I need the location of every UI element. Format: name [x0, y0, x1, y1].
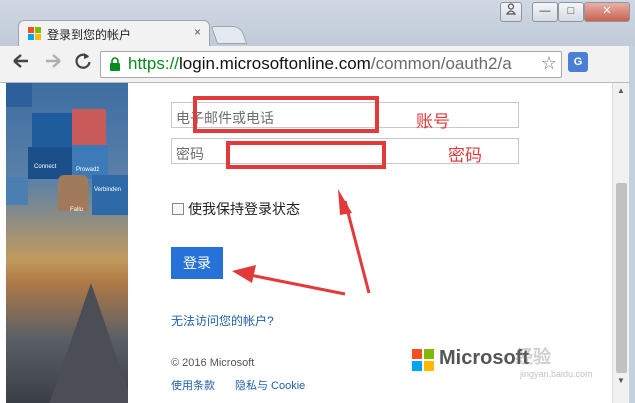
scroll-thumb[interactable] — [616, 183, 627, 373]
reload-icon[interactable] — [72, 52, 94, 74]
url-host: login.microsoftonline.com — [179, 54, 371, 73]
scroll-up-icon[interactable]: ▲ — [617, 86, 625, 95]
arrow-head-left — [232, 265, 256, 283]
watermark-logo: 经验 — [515, 347, 551, 367]
window-frame-edge — [629, 46, 635, 403]
translate-icon[interactable]: G — [568, 52, 588, 72]
user-icon — [505, 3, 517, 15]
microsoft-logo-icon — [28, 27, 42, 41]
lock-icon — [110, 57, 120, 71]
browser-tab-active[interactable]: 登录到您的帐户 × — [18, 20, 210, 47]
arrow-to-password — [343, 200, 371, 294]
back-icon[interactable] — [10, 52, 32, 74]
close-window-button[interactable]: ✕ — [584, 2, 630, 22]
browser-toolbar: https://login.microsoftonline.com/common… — [0, 46, 635, 116]
maximize-button[interactable]: □ — [558, 2, 584, 22]
new-tab-button[interactable] — [210, 26, 248, 44]
tab-title: 登录到您的帐户 — [47, 28, 132, 42]
minimize-button[interactable]: — — [532, 2, 558, 22]
arrow-head-up — [338, 189, 352, 215]
url-scheme: https:// — [128, 54, 180, 73]
scroll-down-icon[interactable]: ▼ — [617, 376, 625, 385]
url-text: https://login.microsoftonline.com/common… — [128, 54, 512, 74]
forward-icon[interactable] — [42, 52, 64, 74]
url-path: /common/oauth2/a — [370, 54, 512, 73]
address-bar[interactable]: https://login.microsoftonline.com/common… — [100, 51, 562, 78]
watermark-url: jingyan.baidu.com — [520, 369, 593, 379]
tab-close-icon[interactable]: × — [194, 25, 201, 39]
star-icon[interactable]: ☆ — [537, 53, 557, 74]
page-viewport: Connect Verbinden Prowadź Fallu 电子邮件或电话 … — [0, 83, 612, 403]
arrow-to-signin — [249, 273, 346, 296]
profile-button[interactable] — [500, 2, 522, 22]
browser-titlebar: 登录到您的帐户 × — □ ✕ — [0, 0, 635, 47]
page-scrollbar[interactable]: ▲ ▼ — [612, 83, 630, 403]
